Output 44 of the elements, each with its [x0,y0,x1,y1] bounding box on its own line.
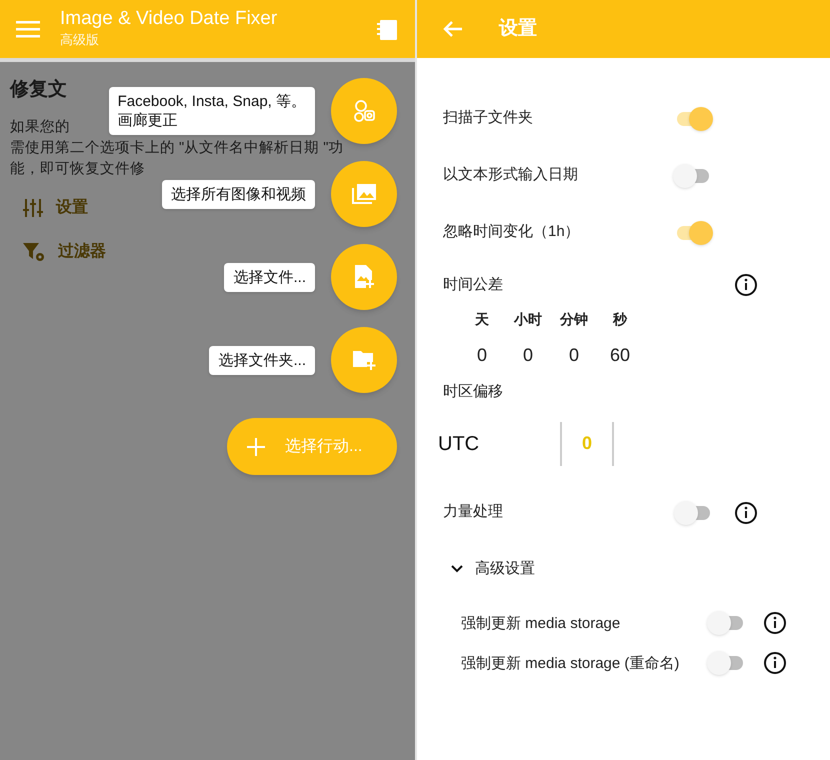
social-icon [351,98,377,124]
advanced-settings-header[interactable]: 高级设置 [443,558,804,580]
action-label: 选择文件夹... [209,346,315,374]
folder-add-icon [351,348,377,372]
sliders-icon [22,196,44,218]
menu-icon[interactable] [16,19,40,39]
unit-label: 分钟 [560,310,588,329]
setting-label: 力量处理 [443,502,504,522]
setting-label: 时间公差 [443,274,503,295]
unit-value[interactable]: 0 [568,342,579,369]
unit-label: 秒 [613,310,627,329]
unit-label: 小时 [514,310,542,329]
settings-title: 设置 [499,16,537,41]
app-subtitle: 高级版 [60,31,100,50]
description-line: 如果您的 [10,118,70,136]
setting-label: 以文本形式输入日期 [443,165,578,186]
info-icon[interactable] [763,611,787,635]
setting-label: 时区偏移 [443,382,504,402]
utc-label: UTC [438,432,480,456]
action-label: 选择所有图像和视频 [162,180,315,208]
setting-label: 忽略时间变化（1h） [443,222,580,242]
image-file-add-icon [352,264,376,290]
app-title: Image & Video Date Fixer [60,8,278,30]
setting-label: 强制更新 media storage (重命名) [461,654,680,672]
info-icon[interactable] [763,651,787,675]
description-line: 需使用第二个选项卡上的 "从文件名中解析日期 "功 [10,138,344,158]
notebook-icon[interactable] [377,17,399,41]
page-heading: 修复文 [10,78,67,102]
unit-value[interactable]: 0 [522,342,533,369]
action-label: 选择文件... [224,262,315,292]
back-arrow-icon[interactable] [443,20,463,38]
unit-label: 天 [475,310,489,329]
info-icon[interactable] [734,500,758,524]
description-line: 能，即可恢复文件修 [10,160,145,178]
chevron-icon [451,564,463,573]
plus-icon [247,438,265,456]
filter-gear-icon [22,240,46,262]
setting-label: 扫描子文件夹 [443,108,533,128]
info-icon[interactable] [734,273,758,297]
unit-value[interactable]: 0 [476,342,487,369]
gallery-icon [350,182,378,206]
setting-label: 强制更新 media storage [461,614,622,632]
unit-value[interactable]: 60 [610,342,630,369]
action-label: Facebook, Insta, Snap, 等。 画廊更正 [108,87,315,135]
